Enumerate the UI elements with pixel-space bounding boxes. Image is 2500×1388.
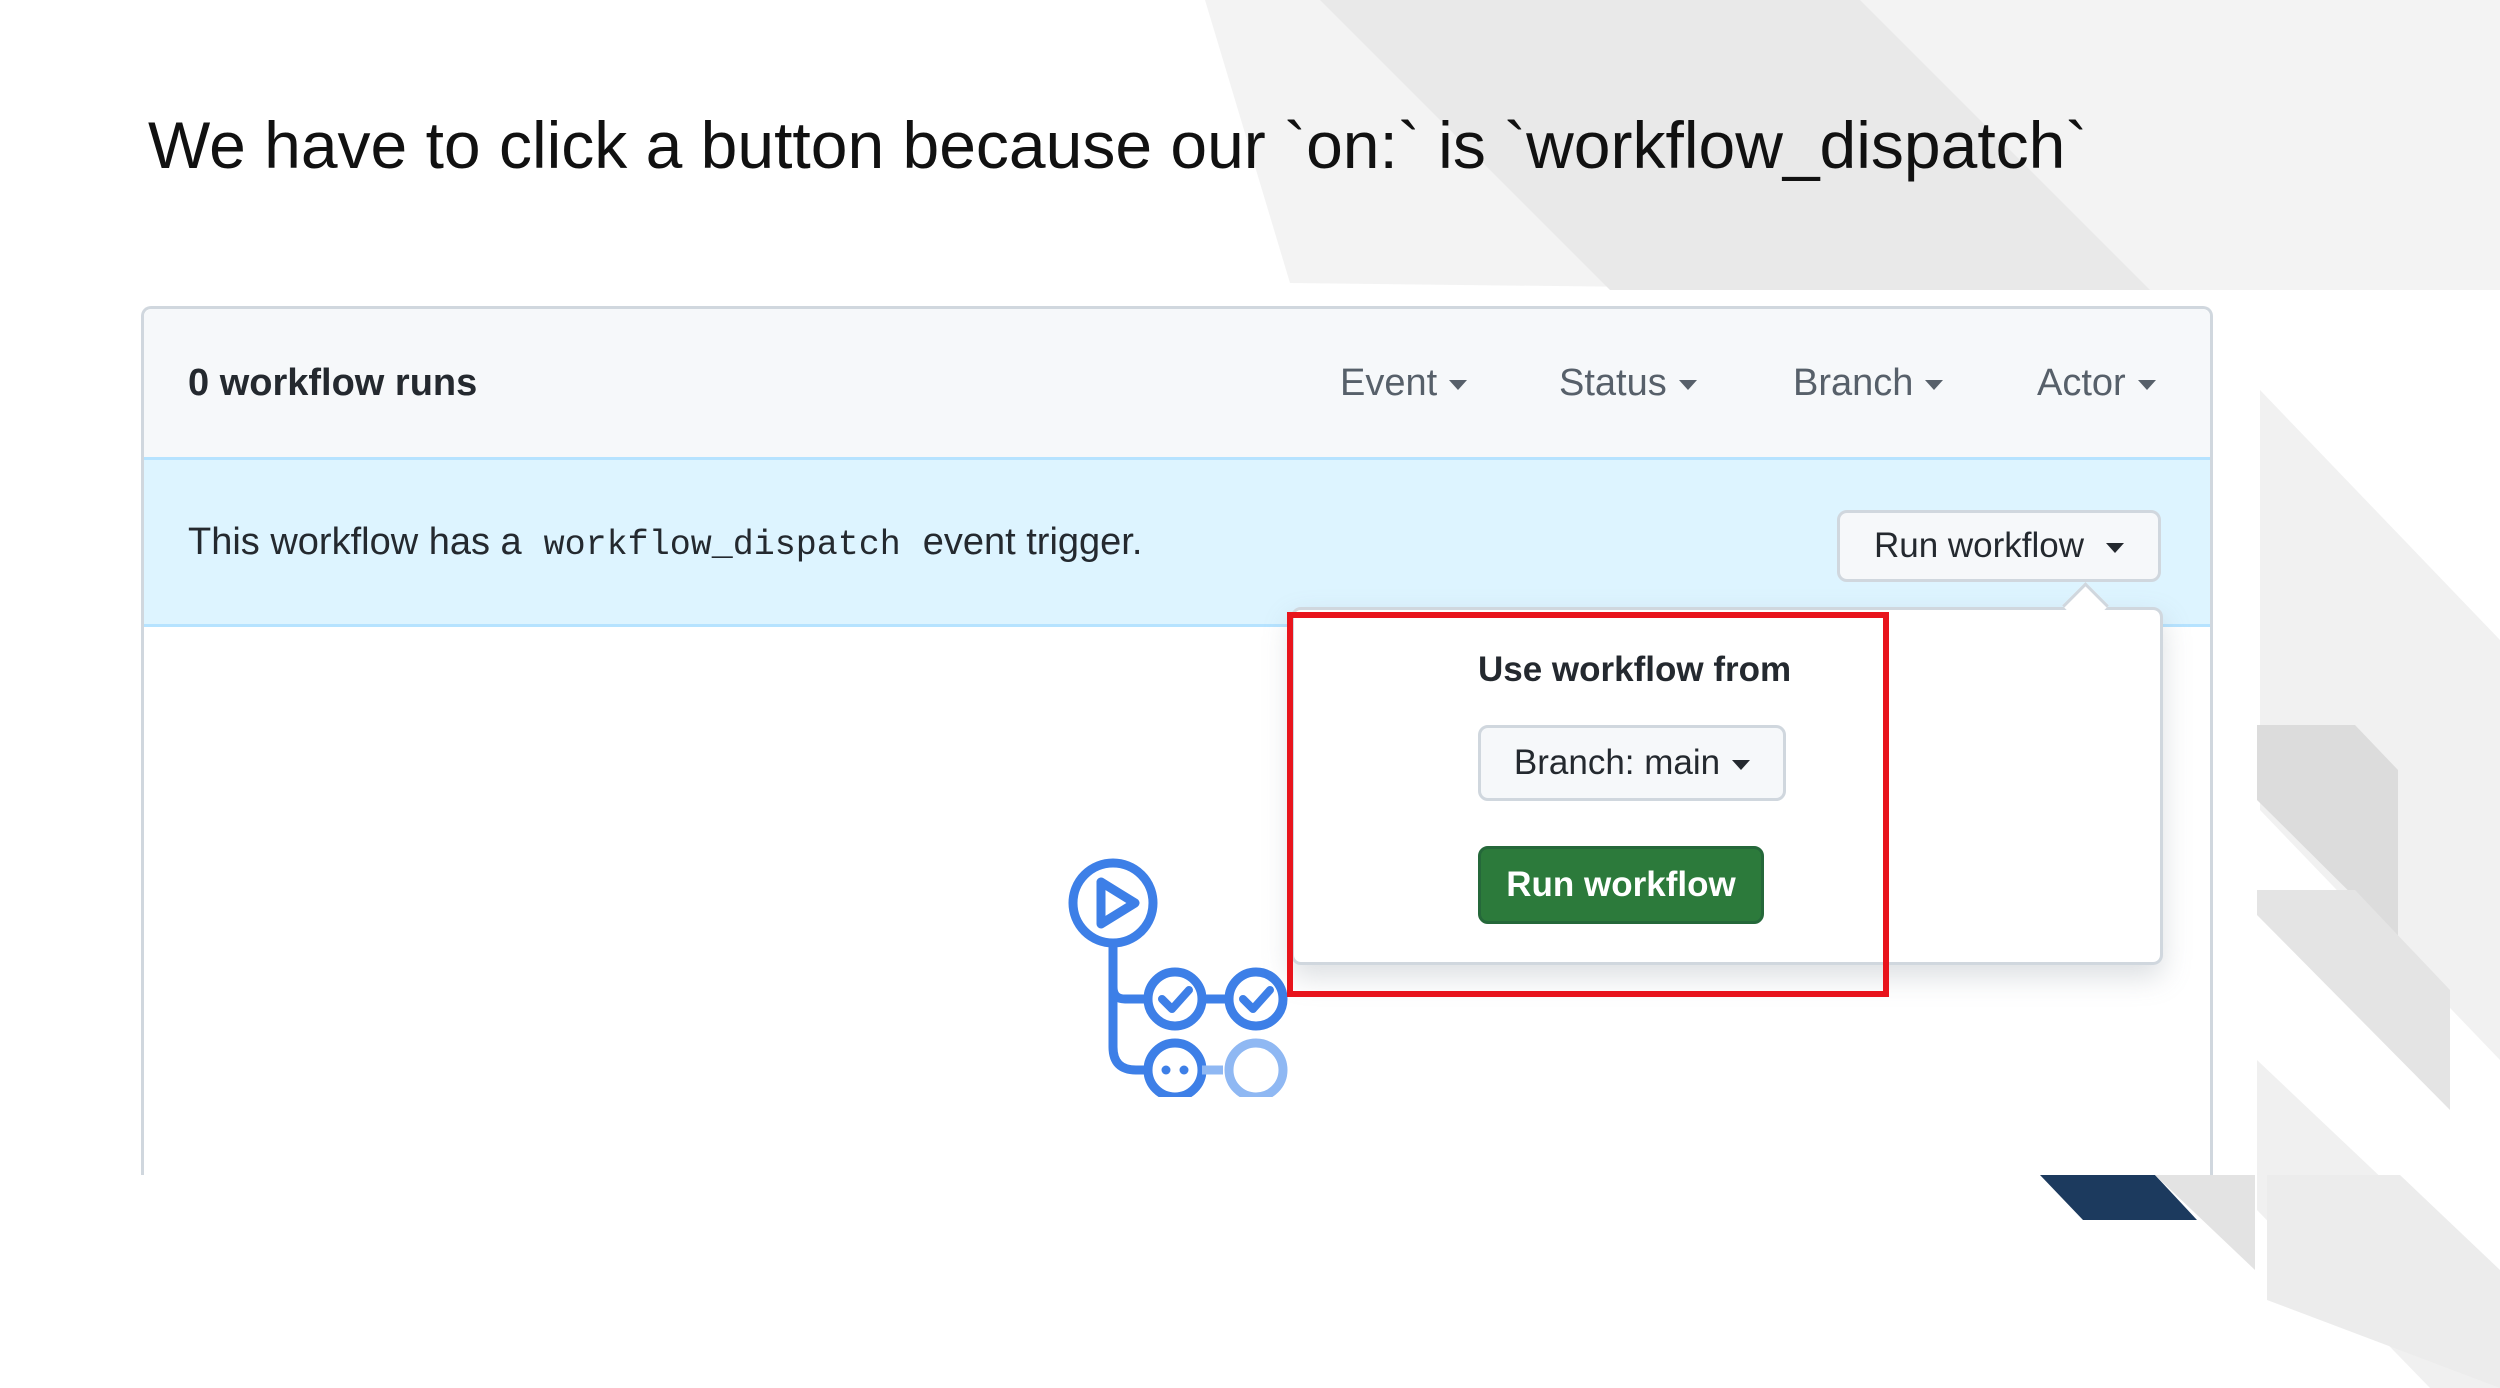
- chevron-down-icon: [1449, 380, 1468, 390]
- workflow-runs-count: 0 workflow runs: [188, 362, 478, 404]
- filter-status-label: Status: [1559, 362, 1667, 404]
- run-workflow-submit-button[interactable]: Run workflow: [1478, 846, 1764, 924]
- chevron-down-icon: [2137, 380, 2156, 390]
- run-workflow-menu: Use workflow from Branch: main Run workf…: [1291, 607, 2163, 965]
- chevron-down-icon: [2106, 543, 2125, 553]
- banner-text: This workflow has a workflow_dispatch ev…: [188, 518, 1142, 569]
- slide-title: We have to click a button because our `o…: [148, 108, 2088, 182]
- filter-event[interactable]: Event: [1340, 359, 1468, 407]
- branch-select-button[interactable]: Branch: main: [1478, 725, 1786, 801]
- chevron-down-icon: [1732, 760, 1751, 770]
- dispatch-banner: This workflow has a workflow_dispatch ev…: [144, 457, 2210, 627]
- filter-branch-label: Branch: [1793, 362, 1914, 404]
- github-actions-screenshot: 0 workflow runs Event Status Branch Acto…: [141, 306, 2213, 1175]
- banner-code: workflow_dispatch: [543, 525, 901, 565]
- filter-status[interactable]: Status: [1559, 359, 1697, 407]
- run-workflow-dropdown-label: Run workflow: [1873, 526, 2085, 565]
- banner-prefix: This workflow has a: [188, 521, 522, 563]
- use-workflow-from-label: Use workflow from: [1478, 650, 1792, 689]
- workflow-empty-icon: [1068, 858, 1288, 1097]
- chevron-down-icon: [1925, 380, 1944, 390]
- branch-select-label: Branch: main: [1513, 743, 1721, 782]
- filter-actor-label: Actor: [2037, 362, 2126, 404]
- chevron-down-icon: [1678, 380, 1697, 390]
- filter-event-label: Event: [1340, 362, 1438, 404]
- run-workflow-dropdown-button[interactable]: Run workflow: [1837, 510, 2161, 582]
- filter-branch[interactable]: Branch: [1793, 359, 1944, 407]
- runs-header: 0 workflow runs Event Status Branch Acto…: [144, 309, 2210, 457]
- filter-actor[interactable]: Actor: [2037, 359, 2156, 407]
- banner-suffix: event trigger.: [922, 521, 1143, 563]
